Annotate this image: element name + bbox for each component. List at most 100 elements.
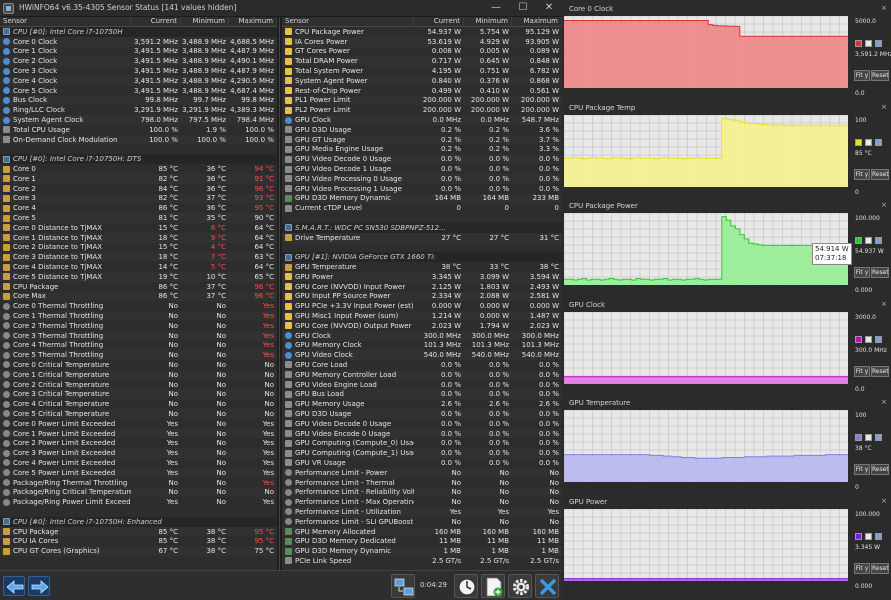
graph-plot-area[interactable] bbox=[564, 508, 848, 581]
sensor-row[interactable]: Core 1 Thermal Throttling No No Yes bbox=[0, 311, 277, 321]
sensor-list-left[interactable]: Sensor Current Minimum Maximum CPU [#0]:… bbox=[0, 17, 277, 570]
graph-color-swatches[interactable] bbox=[855, 138, 885, 147]
graph-color-swatches[interactable] bbox=[855, 40, 885, 48]
exit-button[interactable] bbox=[535, 574, 559, 598]
sensor-row[interactable]: Core 0 Critical Temperature No No No bbox=[0, 360, 277, 370]
title-bar[interactable]: HWiNFO64 v6.35-4305 Sensor Status [141 v… bbox=[0, 0, 562, 17]
sensor-row[interactable]: GPU Bus Load 0.0 % 0.0 % 0.0 % bbox=[282, 389, 562, 400]
sensor-row[interactable]: Core 4 Power Limit Exceeded Yes No Yes bbox=[0, 458, 277, 468]
reset-button[interactable]: Reset bbox=[871, 464, 889, 475]
sensor-row[interactable]: GPU Misc1 Input Power (sum) 1.214 W 0.000 … bbox=[282, 311, 562, 321]
header-sensor[interactable]: Sensor bbox=[282, 17, 414, 26]
sensor-row[interactable]: Core Max 86 °C 37 °C 96 °C bbox=[0, 291, 277, 302]
graph-color-swatches[interactable] bbox=[855, 237, 885, 245]
background-color-swatch[interactable] bbox=[865, 237, 872, 244]
clock-button[interactable] bbox=[454, 574, 478, 598]
sensor-row[interactable]: Package/Ring Power Limit Exceeded Yes No Ye… bbox=[0, 497, 277, 507]
sensor-row[interactable]: GPU Video Clock 540.0 MHz 540.0 MHz 540.0 M… bbox=[282, 350, 562, 361]
sensor-row[interactable]: Performance Limit - Reliability Voltage N… bbox=[282, 487, 562, 498]
sensor-row[interactable]: GPU D3D Usage 0.2 % 0.2 % 3.6 % bbox=[282, 125, 562, 135]
sensor-row[interactable]: Core 4 Distance to TjMAX 14 °C 5 °C 64 °C bbox=[0, 262, 277, 272]
graph-close-icon[interactable]: × bbox=[881, 4, 887, 12]
sensor-row[interactable]: Core 5 81 °C 35 °C 90 °C bbox=[0, 213, 277, 223]
sensor-row[interactable]: Core 0 85 °C 36 °C 94 °C bbox=[0, 164, 277, 174]
sensor-row[interactable]: Core 4 Thermal Throttling No No Yes bbox=[0, 341, 277, 351]
sensor-row[interactable]: GPU PCIe +3.3V Input Power (est) 0.000 W 0… bbox=[282, 301, 562, 311]
graph-plot-area[interactable] bbox=[564, 311, 848, 384]
fit-y-button[interactable]: Fit y bbox=[854, 464, 870, 475]
sensor-row[interactable]: PL2 Power Limit 200.000 W 200.000 W 200.000… bbox=[282, 105, 562, 115]
maximize-button[interactable]: ☐ bbox=[512, 0, 534, 17]
sensor-row[interactable]: Current cTDP Level 0 0 0 bbox=[282, 203, 562, 213]
sensor-row[interactable]: Core 5 Critical Temperature No No No bbox=[0, 409, 277, 419]
sensor-row[interactable]: Core 1 Clock 3,491.5 MHz 3,488.9 MHz 4,487.… bbox=[0, 47, 277, 57]
header-current[interactable]: Current bbox=[131, 17, 181, 26]
sensor-row[interactable]: Core 0 Power Limit Exceeded Yes No Yes bbox=[0, 419, 277, 429]
sensor-row[interactable]: GPU Video Processing 0 Usage 0.0 % 0.0 % 0.… bbox=[282, 173, 562, 184]
sensor-row[interactable]: GPU Video Decode 0 Usage 0.0 % 0.0 % 0.0 % bbox=[282, 419, 562, 429]
sensor-row[interactable]: GPU VR Usage 0.0 % 0.0 % 0.0 % bbox=[282, 458, 562, 468]
sensor-row[interactable]: GPU D3D Memory Dynamic 1 MB 1 MB 1 MB bbox=[282, 546, 562, 557]
sensor-row[interactable]: Core 1 82 °C 36 °C 91 °C bbox=[0, 173, 277, 184]
sensor-row[interactable]: GPU D3D Usage 0.0 % 0.0 % 0.0 % bbox=[282, 409, 562, 419]
graph-close-icon[interactable]: × bbox=[881, 201, 887, 209]
sensor-row[interactable]: GPU Computing (Compute_1) Usage 0.0 % 0.0 … bbox=[282, 448, 562, 459]
sensor-row[interactable]: System Agent Clock 798.0 MHz 797.5 MHz 798.… bbox=[0, 115, 277, 125]
sensor-row[interactable]: Core 2 Distance to TjMAX 15 °C 4 °C 64 °C bbox=[0, 243, 277, 253]
sensor-group-header[interactable]: GPU [#1]: NVIDIA GeForce GTX 1660 Ti: bbox=[282, 252, 562, 263]
background-color-swatch[interactable] bbox=[865, 335, 872, 343]
sensor-row[interactable]: Core 0 Clock 3,591.2 MHz 3,488.9 MHz 4,688.… bbox=[0, 36, 277, 47]
sensor-row[interactable]: Performance Limit - SLI GPUBoost Sync No N… bbox=[282, 517, 562, 527]
sensor-row[interactable]: Performance Limit - Utilization Yes Yes Yes bbox=[282, 507, 562, 517]
sensor-row[interactable]: GPU Memory Usage 2.6 % 2.6 % 2.6 % bbox=[282, 399, 562, 409]
grid-color-swatch[interactable] bbox=[875, 434, 882, 441]
graph-color-swatches[interactable] bbox=[855, 434, 885, 442]
sensor-row[interactable]: GPU Power 3.345 W 3.099 W 3.594 W bbox=[282, 271, 562, 282]
sensor-row[interactable]: Core 5 Power Limit Exceeded Yes No Yes bbox=[0, 467, 277, 478]
grid-color-swatch[interactable] bbox=[875, 237, 882, 244]
sensor-row[interactable]: Core 1 Critical Temperature No No No bbox=[0, 369, 277, 380]
sensor-row[interactable]: Core 3 82 °C 37 °C 93 °C bbox=[0, 193, 277, 204]
graph-plot-area[interactable]: 54.914 W 07:37:18 bbox=[564, 213, 852, 285]
sensor-row[interactable]: Core 4 Critical Temperature No No No bbox=[0, 399, 277, 409]
sensor-row[interactable]: GPU Core Load 0.0 % 0.0 % 0.0 % bbox=[282, 360, 562, 370]
sensor-row[interactable]: Core 5 Thermal Throttling No No Yes bbox=[0, 350, 277, 361]
reset-button[interactable]: Reset bbox=[871, 70, 889, 81]
graph-close-icon[interactable]: × bbox=[881, 103, 887, 111]
sensor-row[interactable]: Core 1 Distance to TjMAX 18 °C 9 °C 64 °C bbox=[0, 232, 277, 243]
series-color-swatch[interactable] bbox=[855, 335, 862, 343]
series-color-swatch[interactable] bbox=[855, 138, 862, 146]
sensor-row[interactable]: GT Cores Power 0.008 W 0.005 W 0.089 W bbox=[282, 47, 562, 57]
series-color-swatch[interactable] bbox=[855, 237, 862, 244]
sensor-row[interactable]: CPU Package 85 °C 38 °C 95 °C bbox=[0, 526, 277, 537]
sensor-row[interactable]: Core 3 Clock 3,491.5 MHz 3,488.9 MHz 4,487.… bbox=[0, 66, 277, 76]
header-minimum[interactable]: Minimum bbox=[464, 17, 512, 26]
sensor-row[interactable]: Core 1 Power Limit Exceeded Yes No Yes bbox=[0, 428, 277, 439]
sensor-row[interactable]: Core 0 Distance to TjMAX 15 °C 6 °C 64 °C bbox=[0, 223, 277, 233]
sensor-group-header[interactable]: CPU [#0]: Intel Core i7-10750H: DTS bbox=[0, 154, 277, 165]
sensor-group-header[interactable]: CPU [#0]: Intel Core i7-10750H bbox=[0, 27, 277, 37]
sensor-row[interactable]: GPU Computing (Compute_0) Usage 0.0 % 0.0 … bbox=[282, 438, 562, 448]
graph-plot-area[interactable] bbox=[564, 410, 848, 482]
header-minimum[interactable]: Minimum bbox=[181, 17, 229, 26]
sensor-row[interactable]: Core 2 Critical Temperature No No No bbox=[0, 380, 277, 390]
sensor-row[interactable]: Core 5 Distance to TjMAX 19 °C 10 °C 65 °C bbox=[0, 271, 277, 282]
sensor-row[interactable]: Core 3 Thermal Throttling No No Yes bbox=[0, 330, 277, 341]
sensor-row[interactable]: System Agent Power 0.840 W 0.376 W 0.868 W bbox=[282, 75, 562, 86]
reset-button[interactable]: Reset bbox=[871, 562, 889, 574]
sensor-row[interactable]: GPU Memory Allocated 160 MB 160 MB 160 MB bbox=[282, 526, 562, 537]
sensor-row[interactable]: Core 2 Power Limit Exceeded Yes No Yes bbox=[0, 438, 277, 448]
sensor-row[interactable]: GPU Clock 0.0 MHz 0.0 MHz 548.7 MHz bbox=[282, 115, 562, 125]
graph-color-swatches[interactable] bbox=[855, 335, 885, 344]
sensor-row[interactable]: GPU Input PP Source Power 2.334 W 2.088 W 2… bbox=[282, 291, 562, 302]
header-current[interactable]: Current bbox=[414, 17, 464, 26]
graph-close-icon[interactable]: × bbox=[881, 300, 887, 308]
logging-button[interactable] bbox=[481, 574, 505, 598]
graph-plot-area[interactable] bbox=[564, 114, 848, 187]
background-color-swatch[interactable] bbox=[865, 434, 872, 441]
grid-color-swatch[interactable] bbox=[875, 40, 882, 47]
sensor-row[interactable]: IA Cores Power 53.619 W 4.929 W 93.905 W bbox=[282, 36, 562, 47]
sensor-row[interactable]: Rest-of-Chip Power 0.499 W 0.410 W 0.561 W bbox=[282, 86, 562, 96]
sensor-row[interactable]: Bus Clock 99.8 MHz 99.7 MHz 99.8 MHz bbox=[0, 95, 277, 106]
sensor-row[interactable]: GPU Video Decode 1 Usage 0.0 % 0.0 % 0.0 % bbox=[282, 164, 562, 174]
